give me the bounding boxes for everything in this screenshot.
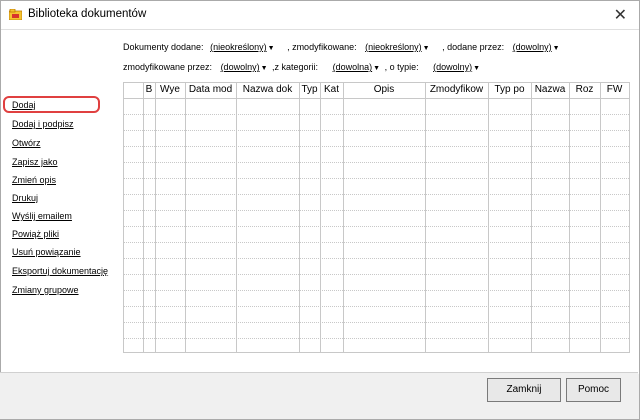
grid-row-line: [124, 146, 629, 147]
grid-column: [124, 83, 143, 352]
action-add-sign[interactable]: Dodaj i podpisz: [12, 119, 74, 129]
column-header[interactable]: Roz: [570, 84, 599, 95]
action-group-changes[interactable]: Zmiany grupowe: [12, 285, 79, 295]
grid-column: Wye: [155, 83, 185, 352]
grid-row-line: [124, 242, 629, 243]
grid-row-line: [124, 258, 629, 259]
grid-row-line: [124, 322, 629, 323]
action-print[interactable]: Drukuj: [12, 193, 38, 203]
chevron-down-icon: ▼: [473, 65, 481, 72]
close-button[interactable]: Zamknij: [487, 378, 561, 402]
filter-modified-dropdown[interactable]: (nieokreślony)▼: [365, 42, 429, 52]
grid-column: Nazwa: [531, 83, 569, 352]
title-bar: Biblioteka dokumentów ✕: [1, 1, 639, 29]
column-header[interactable]: FW: [601, 84, 628, 95]
column-header[interactable]: B: [144, 84, 154, 95]
grid-column: Roz: [569, 83, 600, 352]
app-icon: [8, 8, 23, 21]
filter-modified-label: , zmodyfikowane:: [287, 42, 357, 52]
grid-row-line: [124, 114, 629, 115]
action-add[interactable]: Dodaj: [12, 100, 36, 110]
column-header[interactable]: Typ po: [489, 84, 530, 95]
filter-category-dropdown[interactable]: (dowolna)▼: [333, 62, 380, 72]
grid-column: Zmodyfikow: [425, 83, 488, 352]
filter-added-label: Dokumenty dodane:: [123, 42, 204, 52]
column-header[interactable]: Wye: [156, 84, 184, 95]
grid-row-line: [124, 290, 629, 291]
column-header[interactable]: Opis: [344, 84, 424, 95]
grid-row-line: [124, 226, 629, 227]
filter-row-1: Dokumenty dodane: (nieokreślony)▼ , zmod…: [123, 42, 560, 52]
grid-column: Typ: [299, 83, 320, 352]
grid-column: Nazwa dok: [236, 83, 299, 352]
window-title: Biblioteka dokumentów: [28, 8, 147, 20]
grid-column: Data mod: [185, 83, 236, 352]
action-remove-link[interactable]: Usuń powiązanie: [12, 247, 81, 257]
filter-category-label: ,z kategorii:: [272, 62, 319, 72]
chevron-down-icon: ▼: [422, 45, 430, 52]
chevron-down-icon: ▼: [267, 45, 275, 52]
documents-grid[interactable]: B Wye Data mod Nazwa dok Typ Kat Opis Zmodyfiko…: [123, 82, 630, 353]
grid-column: Typ po: [488, 83, 531, 352]
action-change-description[interactable]: Zmień opis: [12, 175, 56, 185]
column-header[interactable]: Nazwa dok: [237, 84, 298, 95]
filter-added-by-dropdown[interactable]: (dowolny)▼: [513, 42, 560, 52]
grid-row-line: [124, 338, 629, 339]
action-save-as[interactable]: Zapisz jako: [12, 157, 58, 167]
grid-row-line: [124, 162, 629, 163]
grid-row-line: [124, 130, 629, 131]
action-link-files[interactable]: Powiąż pliki: [12, 229, 59, 239]
grid-column: B: [143, 83, 155, 352]
chevron-down-icon: ▼: [552, 45, 560, 52]
filter-added-by-label: , dodane przez:: [442, 42, 505, 52]
action-export-docs[interactable]: Eksportuj dokumentację: [12, 266, 108, 276]
column-header[interactable]: Typ: [300, 84, 319, 95]
filter-modified-by-dropdown[interactable]: (dowolny)▼: [221, 62, 268, 72]
grid-row-line: [124, 194, 629, 195]
help-button[interactable]: Pomoc: [566, 378, 621, 402]
column-header[interactable]: Nazwa: [532, 84, 568, 95]
filter-row-2: zmodyfikowane przez: (dowolny)▼ ,z kateg…: [123, 62, 480, 72]
grid-row-line: [124, 210, 629, 211]
column-header[interactable]: Kat: [321, 84, 342, 95]
chevron-down-icon: ▼: [373, 65, 381, 72]
filter-type-dropdown[interactable]: (dowolny)▼: [433, 62, 480, 72]
filter-modified-by-value: (dowolny): [220, 62, 260, 72]
action-open[interactable]: Otwórz: [12, 138, 41, 148]
grid-column: FW: [600, 83, 629, 352]
column-header[interactable]: Data mod: [186, 84, 235, 95]
filter-added-by-value: (dowolny): [512, 42, 552, 52]
grid-column: Kat: [320, 83, 343, 352]
filter-modified-value: (nieokreślony): [365, 42, 422, 52]
chevron-down-icon: ▼: [260, 65, 268, 72]
grid-row-line: [124, 178, 629, 179]
grid-column: Opis: [343, 83, 425, 352]
action-send-email[interactable]: Wyślij emailem: [12, 211, 72, 221]
filter-added-dropdown[interactable]: (nieokreślony)▼: [210, 42, 274, 52]
column-header[interactable]: Zmodyfikow: [426, 84, 487, 95]
filter-modified-by-label: zmodyfikowane przez:: [123, 62, 213, 72]
grid-row-line: [124, 306, 629, 307]
grid-row-line: [124, 274, 629, 275]
filter-added-value: (nieokreślony): [210, 42, 267, 52]
filter-type-label: , o typie:: [384, 62, 419, 72]
close-icon[interactable]: ✕: [614, 5, 627, 25]
filter-category-value: (dowolna): [332, 62, 373, 72]
filter-type-value: (dowolny): [433, 62, 473, 72]
